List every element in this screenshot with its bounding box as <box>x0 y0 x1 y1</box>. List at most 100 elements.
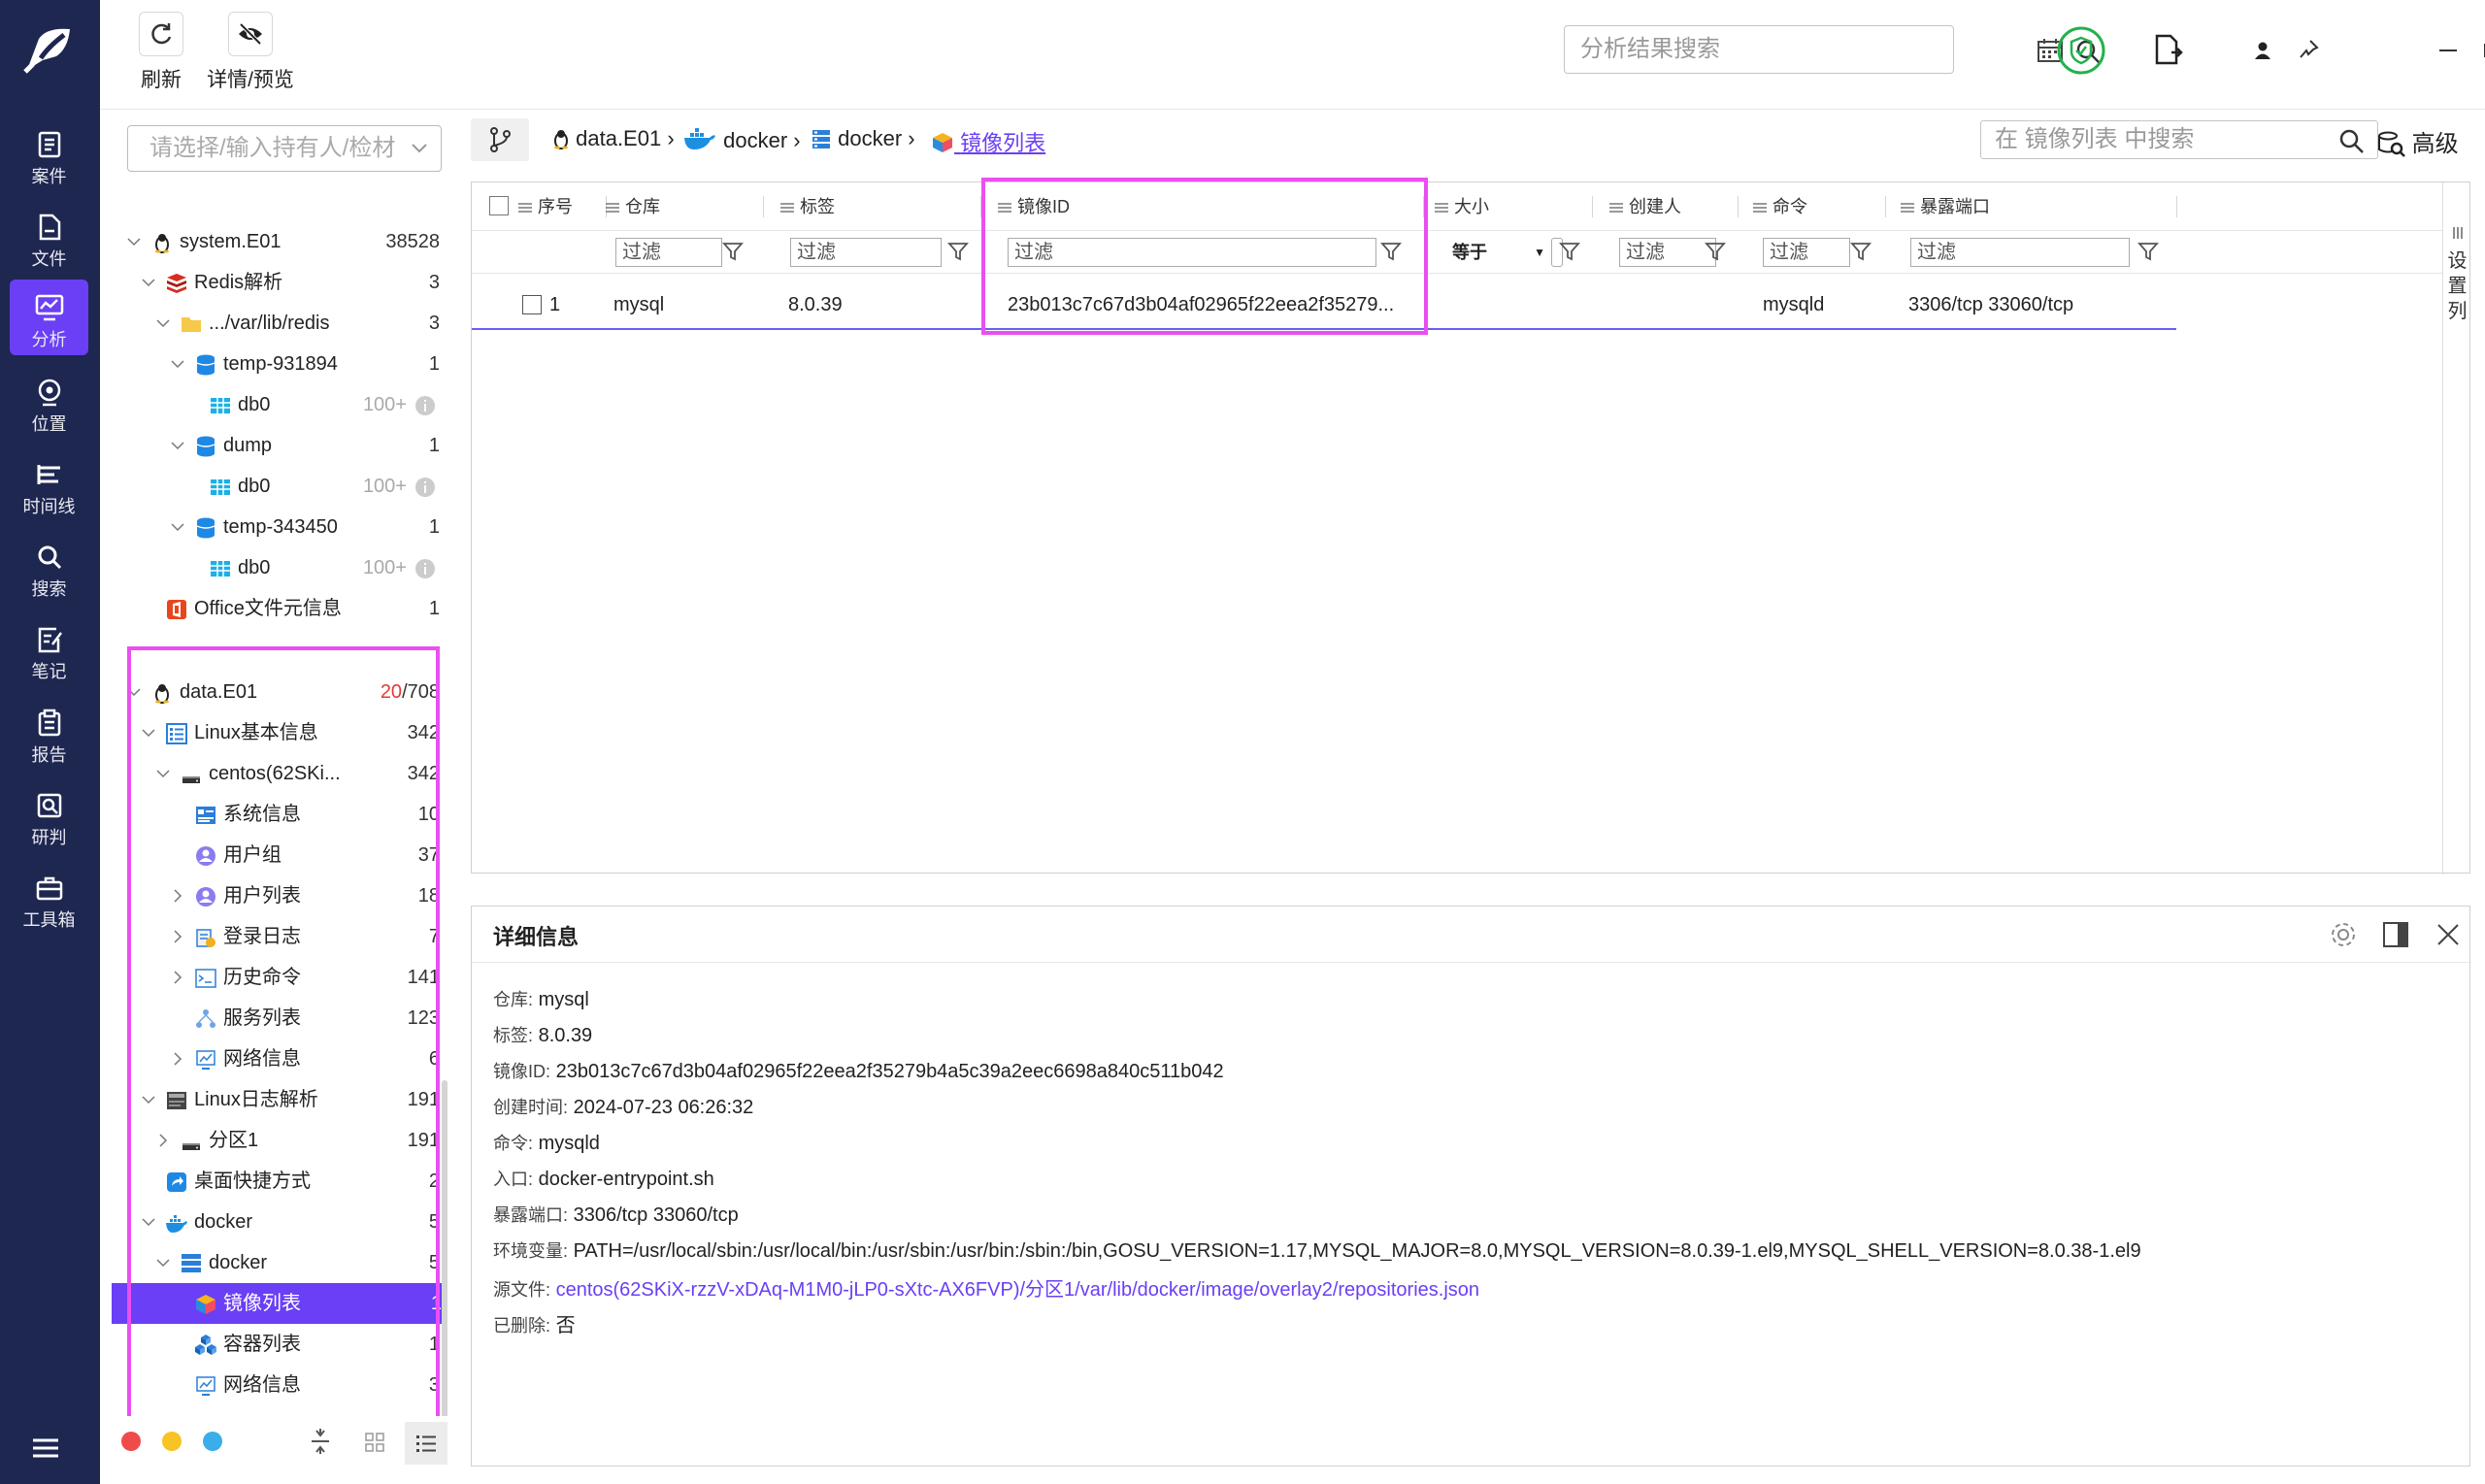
export-file-icon[interactable] <box>2152 33 2185 66</box>
column-separator[interactable] <box>763 196 764 217</box>
nav-item-judge[interactable]: 研判 <box>10 777 88 853</box>
nav-item-analysis[interactable]: 分析 <box>10 280 88 355</box>
blue-status-dot[interactable] <box>203 1432 222 1451</box>
nav-item-timeline[interactable]: 时间线 <box>10 446 88 522</box>
table-icon <box>211 479 230 495</box>
nav-item-case[interactable]: 案件 <box>10 116 88 192</box>
chevron-down-icon[interactable] <box>127 235 141 248</box>
nav-item-toolbox[interactable]: 工具箱 <box>10 860 88 936</box>
analysis-search-input[interactable]: 分析结果搜索 <box>1564 25 2101 74</box>
menu-icon[interactable] <box>31 1436 60 1460</box>
tree-item-label: dump <box>223 435 273 456</box>
list-search-input[interactable]: 在 镜像列表 中搜索 <box>1980 120 2378 159</box>
drag-handle-icon[interactable] <box>1753 202 1767 214</box>
chevron-down-icon[interactable] <box>171 439 184 452</box>
info-icon[interactable] <box>414 558 436 579</box>
holder-select[interactable]: 请选择/输入持有人/检材 <box>127 125 442 172</box>
column-filter-input[interactable]: 过滤 <box>615 238 722 267</box>
drag-handle-icon[interactable] <box>1435 202 1448 214</box>
column-filter-input[interactable]: 过滤 <box>1763 238 1850 267</box>
column-separator[interactable] <box>1885 196 1886 217</box>
chevron-down-icon[interactable] <box>156 316 170 330</box>
user-icon[interactable] <box>2253 41 2272 60</box>
column-header[interactable]: 创建人 <box>1609 182 1681 231</box>
filter-button[interactable] <box>2137 241 2159 267</box>
nav-item-search[interactable]: 搜索 <box>10 529 88 605</box>
column-header[interactable]: 暴露端口 <box>1901 182 1990 231</box>
search-icon[interactable] <box>2338 128 2364 153</box>
column-header[interactable]: 命令 <box>1753 182 1807 231</box>
row-checkbox[interactable] <box>522 295 542 314</box>
tree-item[interactable]: .../var/lib/redis 3 <box>100 303 440 344</box>
filter-button[interactable] <box>1559 241 1580 267</box>
set-columns-button[interactable]: 设置列 <box>2442 182 2471 874</box>
cell-command: mysqld <box>1763 294 1825 315</box>
column-separator[interactable] <box>2176 196 2177 217</box>
red-status-dot[interactable] <box>121 1432 141 1451</box>
eye-off-icon <box>239 22 262 46</box>
tree-item[interactable]: Office文件元信息 1 <box>100 588 440 629</box>
column-separator[interactable] <box>1738 196 1739 217</box>
breadcrumb-item[interactable]: data.E01 › <box>552 126 675 151</box>
column-header[interactable]: 大小 <box>1435 182 1489 231</box>
tree-item[interactable]: dump 1 <box>100 425 440 466</box>
filter-button[interactable] <box>1705 241 1726 267</box>
minimize-icon[interactable] <box>2439 49 2457 52</box>
source-file-link[interactable]: centos(62SKiX-rzzV-xDAq-M1M0-jLP0-sXtc-A… <box>556 1279 1479 1301</box>
column-separator[interactable] <box>1592 196 1593 217</box>
nav-label: 工具箱 <box>22 910 76 930</box>
chevron-down-icon[interactable] <box>142 276 155 289</box>
tree-item[interactable]: Redis解析 3 <box>100 262 440 303</box>
drag-handle-icon[interactable] <box>518 202 532 214</box>
drag-handle-icon[interactable] <box>1609 202 1623 214</box>
breadcrumb-item[interactable]: docker › <box>811 126 915 151</box>
drag-handle-icon[interactable] <box>1901 202 1914 214</box>
nav-item-note[interactable]: 笔记 <box>10 611 88 687</box>
column-filter-input[interactable]: 过滤 <box>1910 238 2130 267</box>
tree-scrollbar[interactable] <box>442 1080 447 1430</box>
gear-icon[interactable] <box>2329 920 2358 949</box>
column-header[interactable]: 序号 <box>518 182 573 231</box>
nav-label: 文件 <box>31 249 67 269</box>
chevron-down-icon[interactable] <box>171 357 184 371</box>
detail-field-value: mysqld <box>538 1133 600 1154</box>
column-filter-input[interactable]: 过滤 <box>1619 238 1716 267</box>
nav-item-file[interactable]: 文件 <box>10 199 88 275</box>
filter-button[interactable] <box>722 241 744 267</box>
detail-preview-button[interactable]: 详情/预览 <box>202 12 299 93</box>
shield-status-icon[interactable] <box>2056 25 2106 76</box>
filter-button[interactable] <box>1850 241 1872 267</box>
column-header-label: 大小 <box>1454 197 1489 216</box>
close-icon[interactable] <box>2435 922 2461 947</box>
tree-item[interactable]: db0 100+ <box>100 466 440 507</box>
nav-item-location[interactable]: 位置 <box>10 364 88 440</box>
branch-button[interactable] <box>471 118 529 161</box>
tree-item[interactable]: temp-343450 1 <box>100 507 440 547</box>
info-icon[interactable] <box>414 395 436 416</box>
select-all-checkbox[interactable] <box>489 196 509 215</box>
tree-item[interactable]: system.E01 38528 <box>100 221 440 262</box>
yellow-status-dot[interactable] <box>162 1432 182 1451</box>
info-icon[interactable] <box>414 477 436 498</box>
size-filter-operator-select[interactable]: 等于 ▼ <box>1452 238 1545 267</box>
tree-item[interactable]: db0 100+ <box>100 384 440 425</box>
column-header[interactable]: 仓库 <box>606 182 660 231</box>
breadcrumb-item[interactable]: docker › <box>682 126 801 153</box>
pin-icon[interactable] <box>2298 39 2319 60</box>
filter-button[interactable] <box>947 241 969 267</box>
column-filter-input[interactable]: 过滤 <box>790 238 942 267</box>
drag-handle-icon[interactable] <box>606 202 619 214</box>
drag-handle-icon[interactable] <box>780 202 794 214</box>
refresh-button[interactable]: 刷新 <box>127 12 195 93</box>
nav-item-report[interactable]: 报告 <box>10 695 88 771</box>
grid-view-icon[interactable] <box>364 1432 385 1453</box>
tree-item[interactable]: db0 100+ <box>100 547 440 588</box>
tree-item[interactable]: temp-931894 1 <box>100 344 440 384</box>
collapse-icon[interactable] <box>310 1428 331 1455</box>
panel-layout-icon[interactable] <box>2381 920 2410 949</box>
list-view-button[interactable] <box>405 1422 447 1465</box>
column-header[interactable]: 标签 <box>780 182 835 231</box>
advanced-search-button[interactable]: 高级 <box>2376 124 2459 158</box>
breadcrumb-current[interactable]: 镜像列表 <box>931 126 1045 157</box>
chevron-down-icon[interactable] <box>171 520 184 534</box>
